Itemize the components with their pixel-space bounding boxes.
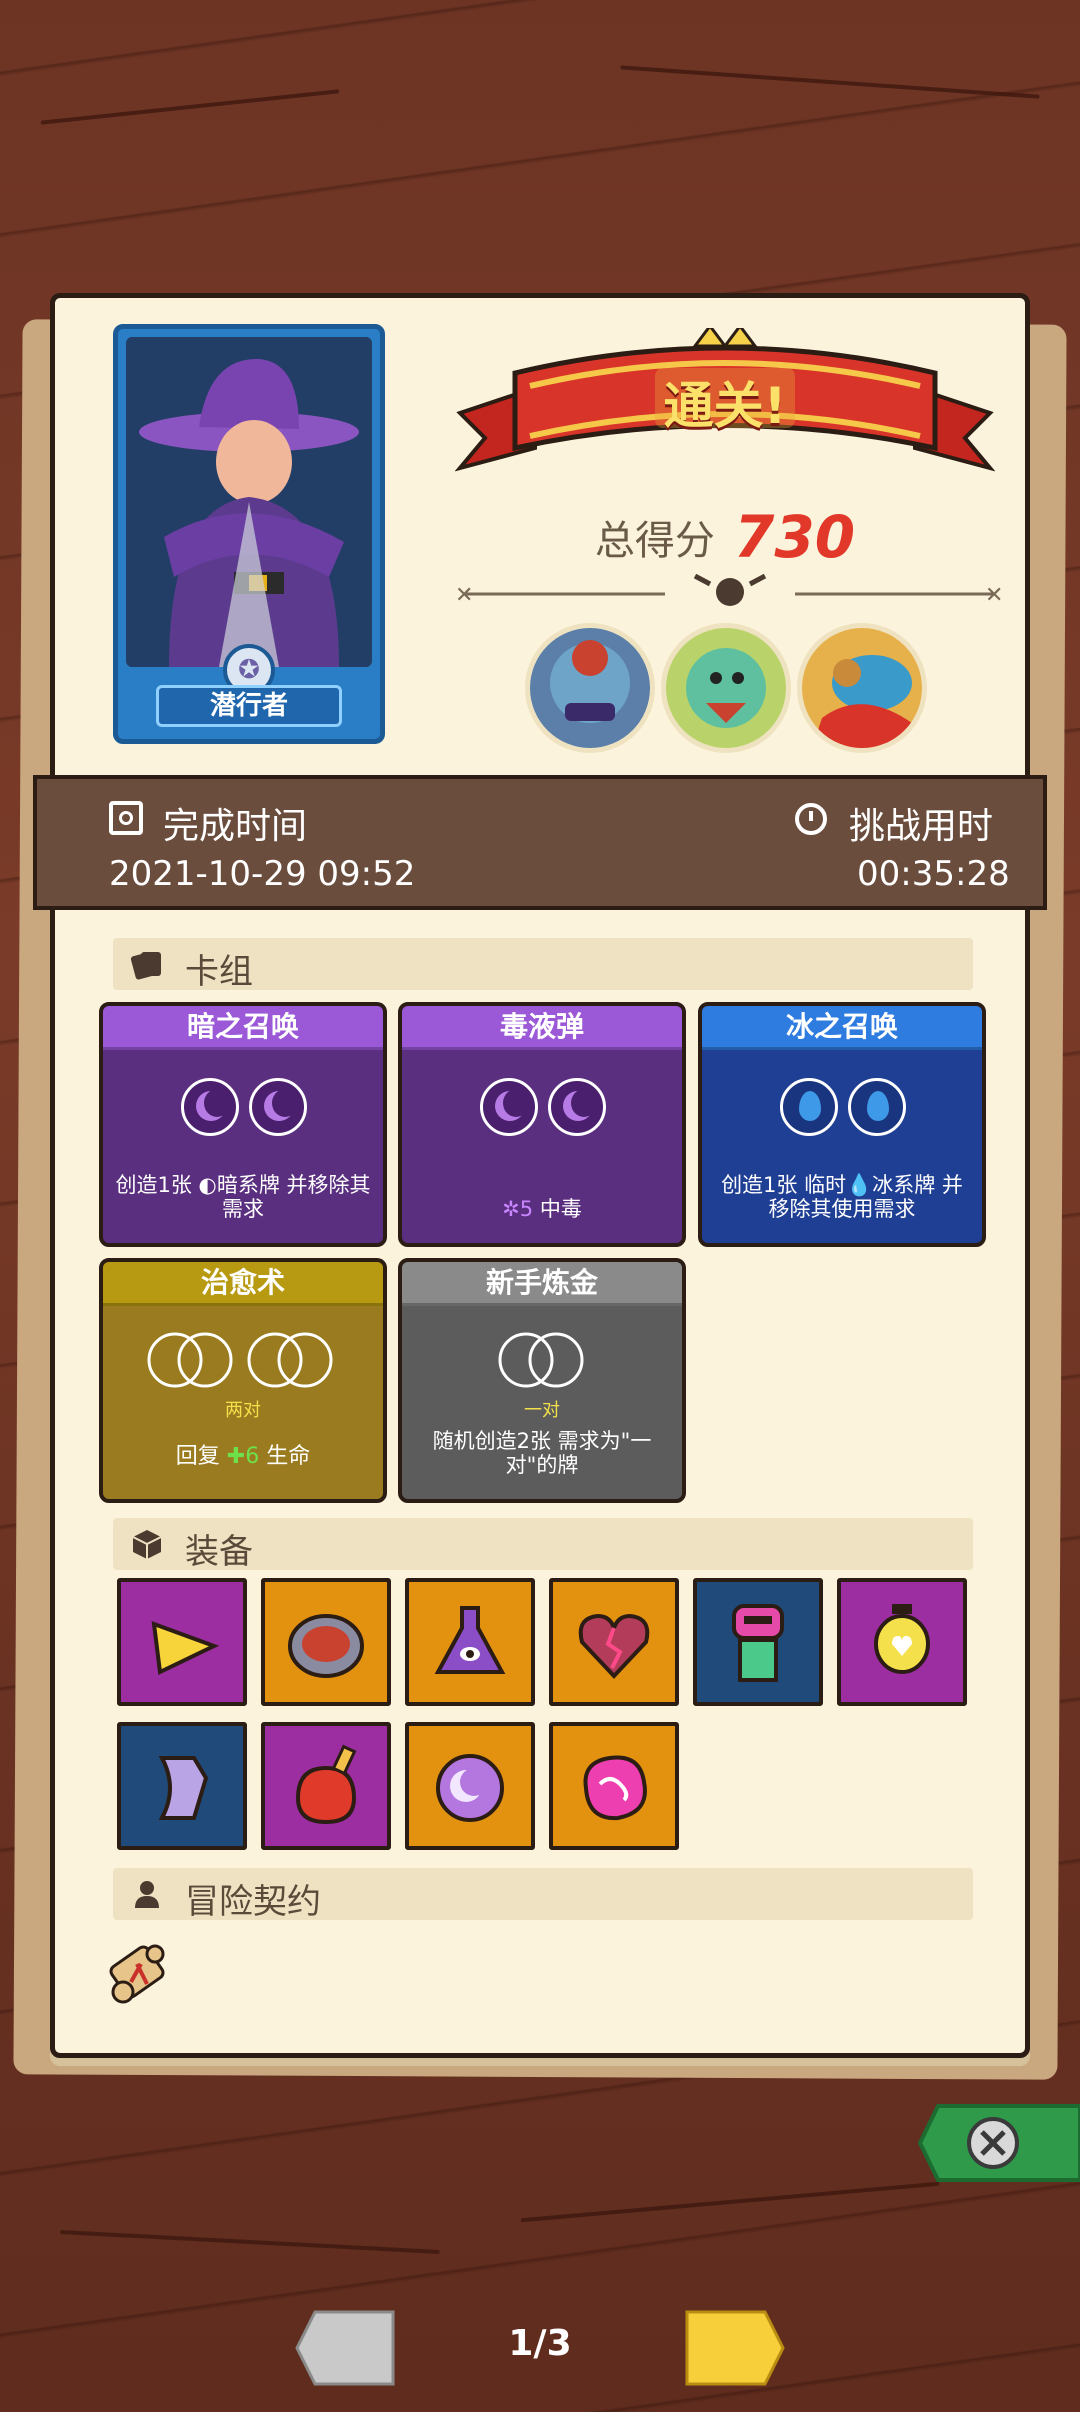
score-label: 总得分 xyxy=(594,518,715,564)
skill-card-novice-alchemy[interactable]: 新手炼金 一对 随机创造2张 需求为"一对"的牌 xyxy=(398,1258,686,1503)
previous-page-button[interactable] xyxy=(295,2308,397,2388)
deck-section-header: 卡组 xyxy=(113,938,973,992)
heart-lantern-icon xyxy=(874,1604,930,1674)
person-icon xyxy=(135,1881,159,1908)
dark-orb-icon xyxy=(480,1078,538,1136)
red-dragon-bottle-icon xyxy=(295,1744,357,1825)
equip-slot-8[interactable] xyxy=(261,1722,391,1850)
result-card: ✪ 潜行者 通关! 总得分 730 ✕ ✕ 完成时间 2021-10-29 09… xyxy=(33,293,1047,2058)
next-page-button[interactable] xyxy=(683,2308,785,2388)
equipment-title: 装备 xyxy=(185,1532,253,1572)
page-indicator: 1/3 xyxy=(508,2323,572,2364)
time-info-bar: 完成时间 2021-10-29 09:52 挑战用时 00:35:28 xyxy=(33,775,1047,910)
scroll-contract-icon[interactable] xyxy=(101,1934,181,2014)
pair-label: 两对 xyxy=(225,1400,261,1421)
cheese-wedge-icon xyxy=(151,1620,220,1676)
score-value: 730 xyxy=(734,503,856,571)
bronze-shield-icon xyxy=(288,1614,364,1678)
skill-card-title: 新手炼金 xyxy=(402,1262,682,1306)
stopwatch-icon xyxy=(795,803,827,835)
dark-orb-icon xyxy=(181,1078,239,1136)
equipment-section-header: 装备 xyxy=(113,1518,973,1572)
cracked-heart-icon xyxy=(578,1613,650,1679)
equip-slot-5[interactable] xyxy=(693,1578,823,1706)
contract-title: 冒险契约 xyxy=(185,1882,321,1922)
complete-time-label: 完成时间 xyxy=(163,806,308,847)
equip-slot-1[interactable] xyxy=(117,1578,247,1706)
moon-orb-icon xyxy=(436,1754,504,1822)
complete-time-value: 2021-10-29 09:52 xyxy=(109,854,416,894)
equip-slot-10[interactable] xyxy=(549,1722,679,1850)
skill-card-desc: 创造1张 ◐暗系牌 并移除其需求 xyxy=(115,1173,371,1221)
skill-card-title: 治愈术 xyxy=(103,1262,383,1306)
duration-label: 挑战用时 xyxy=(849,806,994,847)
heal-plus-icon: ✚6 xyxy=(226,1444,260,1469)
defeated-bosses xyxy=(525,623,945,753)
duration-value: 00:35:28 xyxy=(857,854,1010,894)
class-name: 潜行者 xyxy=(156,685,342,727)
dark-orb-icon xyxy=(249,1078,307,1136)
water-drop-icon xyxy=(780,1078,838,1136)
equip-slot-2[interactable] xyxy=(261,1578,391,1706)
skill-card-desc: 回复 ✚6 生命 xyxy=(175,1444,311,1469)
close-button[interactable] xyxy=(917,2100,1080,2186)
equip-slot-6[interactable] xyxy=(837,1578,967,1706)
skill-card-heal[interactable]: 治愈术 两对 回复 ✚6 生命 xyxy=(99,1258,387,1503)
character-portrait: ✪ 潜行者 xyxy=(113,324,385,744)
banner-text: 通关! xyxy=(663,377,787,435)
pair-ring-icon xyxy=(247,1332,333,1388)
skill-card-desc: 随机创造2张 需求为"一对"的牌 xyxy=(432,1429,652,1477)
eye-flask-icon xyxy=(434,1606,506,1674)
equip-slot-4[interactable] xyxy=(549,1578,679,1706)
character-art xyxy=(126,337,372,667)
contract-section-header: 冒险契约 xyxy=(113,1868,973,1922)
crescent-armor-icon xyxy=(158,1756,209,1820)
boss-portrait-blue-monster xyxy=(525,623,655,753)
skill-card-ice-summon[interactable]: 冰之召唤 创造1张 临时💧冰系牌 并移除其使用需求 xyxy=(698,1002,986,1247)
calendar-icon xyxy=(109,801,143,835)
boss-portrait-fish-warrior xyxy=(797,623,927,753)
pink-blob-icon xyxy=(583,1755,647,1821)
equip-slot-9[interactable] xyxy=(405,1722,535,1850)
skill-card-dark-summon[interactable]: 暗之召唤 创造1张 ◐暗系牌 并移除其需求 xyxy=(99,1002,387,1247)
pair-label: 一对 xyxy=(524,1400,560,1421)
skill-card-poison-bolt[interactable]: 毒液弹 ✲5 中毒 xyxy=(398,1002,686,1247)
poison-icon: ✲5 xyxy=(502,1197,534,1221)
skill-card-title: 冰之召唤 xyxy=(702,1006,982,1050)
skill-card-desc: 创造1张 临时💧冰系牌 并移除其使用需求 xyxy=(721,1173,963,1221)
skill-card-desc: ✲5 中毒 xyxy=(502,1197,582,1221)
skill-card-title: 毒液弹 xyxy=(402,1006,682,1050)
svg-text:✕: ✕ xyxy=(985,583,1003,608)
cards-icon xyxy=(130,952,161,980)
boss-portrait-green-dragon xyxy=(661,623,791,753)
cube-icon xyxy=(132,1530,162,1559)
score-row: 总得分 730 xyxy=(445,503,1005,571)
svg-text:✕: ✕ xyxy=(455,583,473,608)
water-drop-icon xyxy=(848,1078,906,1136)
deck-title: 卡组 xyxy=(185,952,253,992)
pair-ring-icon xyxy=(498,1332,584,1388)
pair-ring-icon xyxy=(147,1332,233,1388)
equip-slot-3[interactable] xyxy=(405,1578,535,1706)
dark-orb-icon xyxy=(548,1078,606,1136)
skull-divider: ✕ ✕ xyxy=(455,574,1003,608)
victory-banner: 通关! xyxy=(454,323,996,478)
equip-slot-7[interactable] xyxy=(117,1722,247,1850)
pink-totem-icon xyxy=(732,1604,784,1682)
skill-card-title: 暗之召唤 xyxy=(103,1006,383,1050)
